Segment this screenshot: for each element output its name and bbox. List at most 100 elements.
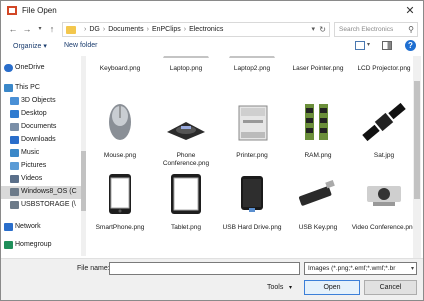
cube-icon xyxy=(10,97,19,105)
file-name: USB Key.png xyxy=(298,224,338,231)
videos-icon xyxy=(10,175,19,183)
file-item[interactable]: RAM.png xyxy=(285,102,351,168)
file-name: Mouse.png xyxy=(103,152,137,159)
video-conference-icon xyxy=(367,186,401,206)
change-view-icon[interactable] xyxy=(355,41,365,50)
nav-item[interactable]: OneDrive xyxy=(1,62,81,75)
file-list: Keyboard.png Laptop.png Laptop2.png Laser P… xyxy=(87,56,413,258)
file-item[interactable]: LCD Projector.png xyxy=(351,56,413,100)
help-icon[interactable]: ? xyxy=(405,40,416,51)
breadcrumb-chevron-icon: › xyxy=(84,26,87,33)
address-dropdown-icon[interactable]: ▾ xyxy=(311,25,315,33)
nav-item-label: Pictures xyxy=(21,162,47,169)
nav-item-label: Videos xyxy=(21,175,43,182)
chevron-down-icon: ▾ xyxy=(410,266,414,272)
navigation-pane: OneDrive This PC 3D Objects Desktop Document… xyxy=(1,56,83,256)
nav-item[interactable]: 3D Objects xyxy=(1,95,81,108)
nav-item-label: Downloads xyxy=(21,136,56,143)
file-item[interactable]: Sat.jpg xyxy=(351,102,413,168)
file-name: Laser Pointer.png xyxy=(292,65,344,72)
music-icon xyxy=(10,149,19,157)
nav-item[interactable]: USBSTORAGE (\ xyxy=(1,199,81,212)
nav-item-label: Music xyxy=(21,149,40,156)
nav-item[interactable]: Music xyxy=(1,147,81,160)
breadcrumb-item[interactable]: Documents xyxy=(108,26,143,33)
file-name: Laptop2.png xyxy=(233,65,271,72)
breadcrumb-chevron-icon: › xyxy=(146,26,149,33)
breadcrumb-item[interactable]: EnPClips xyxy=(152,26,181,33)
address-toolbar: ← → ▾ ↑ › DG › Documents › EnPClips › Electroni… xyxy=(1,21,423,39)
tools-button[interactable]: Tools xyxy=(267,284,283,291)
nav-item[interactable]: Desktop xyxy=(1,108,81,121)
breadcrumb-item[interactable]: DG xyxy=(89,26,100,33)
file-name-label: File name: xyxy=(77,265,110,272)
file-name: Sat.jpg xyxy=(373,152,395,159)
download-icon xyxy=(10,136,19,144)
ram-icon xyxy=(305,104,328,140)
app-icon xyxy=(7,6,17,15)
nav-item-label: Documents xyxy=(21,123,57,130)
folder-icon xyxy=(66,26,76,34)
close-icon[interactable]: ✕ xyxy=(403,4,417,18)
new-folder-button[interactable]: New folder xyxy=(64,42,97,49)
breadcrumb-item[interactable]: Electronics xyxy=(189,26,223,33)
scrollbar-thumb[interactable] xyxy=(81,151,86,211)
file-name-input[interactable] xyxy=(109,262,300,275)
file-item[interactable]: Tablet.png xyxy=(153,174,219,240)
nav-item[interactable]: This PC xyxy=(1,82,81,95)
up-arrow-icon[interactable]: ↑ xyxy=(46,23,58,36)
nav-item-label: Desktop xyxy=(21,110,47,117)
cancel-button[interactable]: Cancel xyxy=(364,280,417,295)
file-item[interactable]: Printer.png xyxy=(219,102,285,168)
file-item[interactable]: Phone Conference.png xyxy=(153,102,219,168)
file-item[interactable]: Keyboard.png xyxy=(87,56,153,100)
network-icon xyxy=(4,223,13,231)
file-item[interactable]: Mouse.png xyxy=(87,102,153,168)
nav-item[interactable]: Homegroup xyxy=(1,239,81,252)
open-button[interactable]: Open xyxy=(304,280,360,295)
file-item[interactable]: SmartPhone.png xyxy=(87,174,153,240)
nav-item-label: OneDrive xyxy=(15,64,45,71)
address-bar[interactable]: › DG › Documents › EnPClips › Electronics ▾ ↻ xyxy=(62,22,330,37)
forward-arrow-icon[interactable]: → xyxy=(21,23,33,36)
file-item[interactable]: Video Conference.png xyxy=(351,174,413,240)
computer-icon xyxy=(4,84,13,92)
file-item[interactable]: Laser Pointer.png xyxy=(285,56,351,100)
nav-item[interactable]: Downloads xyxy=(1,134,81,147)
nav-item[interactable]: Network xyxy=(1,221,81,234)
refresh-icon[interactable]: ↻ xyxy=(319,25,326,34)
file-item[interactable]: USB Key.png xyxy=(285,174,351,240)
file-list-scrollbar[interactable] xyxy=(413,56,421,258)
file-item[interactable]: Laptop2.png xyxy=(219,56,285,100)
file-name: Video Conference.png xyxy=(351,224,413,231)
view-dropdown-icon[interactable]: ▾ xyxy=(367,41,370,48)
preview-pane-icon[interactable] xyxy=(382,41,392,50)
desktop-icon xyxy=(10,110,19,118)
documents-icon xyxy=(10,123,19,131)
search-placeholder: Search Electronics xyxy=(339,26,394,33)
dialog-footer: File name: Images (*.png;*.emf;*.wmf;*.b… xyxy=(1,258,423,300)
tools-dropdown-icon[interactable]: ▾ xyxy=(289,284,292,291)
breadcrumb: › DG › Documents › EnPClips › Electronics xyxy=(81,26,223,33)
organize-button[interactable]: Organize ▾ xyxy=(13,42,47,50)
satellite-icon xyxy=(362,102,406,142)
back-arrow-icon[interactable]: ← xyxy=(7,23,19,36)
file-type-select[interactable]: Images (*.png;*.emf;*.wmf;*.br ▾ xyxy=(304,262,417,275)
scrollbar-thumb[interactable] xyxy=(414,81,420,199)
file-item[interactable]: USB Hard Drive.png xyxy=(219,174,285,240)
smartphone-icon xyxy=(109,174,131,214)
navigation-scrollbar[interactable] xyxy=(81,56,86,256)
nav-item-label: Windows8_OS (C xyxy=(21,188,77,195)
file-item[interactable]: Laptop.png xyxy=(153,56,219,100)
file-name: Printer.png xyxy=(236,152,268,159)
search-input[interactable]: Search Electronics ⚲ xyxy=(334,22,418,37)
nav-item[interactable]: Videos xyxy=(1,173,81,186)
command-bar: Organize ▾ New folder ▾ ? xyxy=(1,39,423,54)
nav-item[interactable]: Documents xyxy=(1,121,81,134)
nav-item[interactable]: Pictures xyxy=(1,160,81,173)
window-title: File Open xyxy=(22,6,57,15)
printer-icon xyxy=(238,105,268,141)
nav-item[interactable]: Windows8_OS (C xyxy=(1,186,81,199)
recent-dropdown-icon[interactable]: ▾ xyxy=(34,23,46,36)
conference-phone-icon xyxy=(167,122,205,140)
